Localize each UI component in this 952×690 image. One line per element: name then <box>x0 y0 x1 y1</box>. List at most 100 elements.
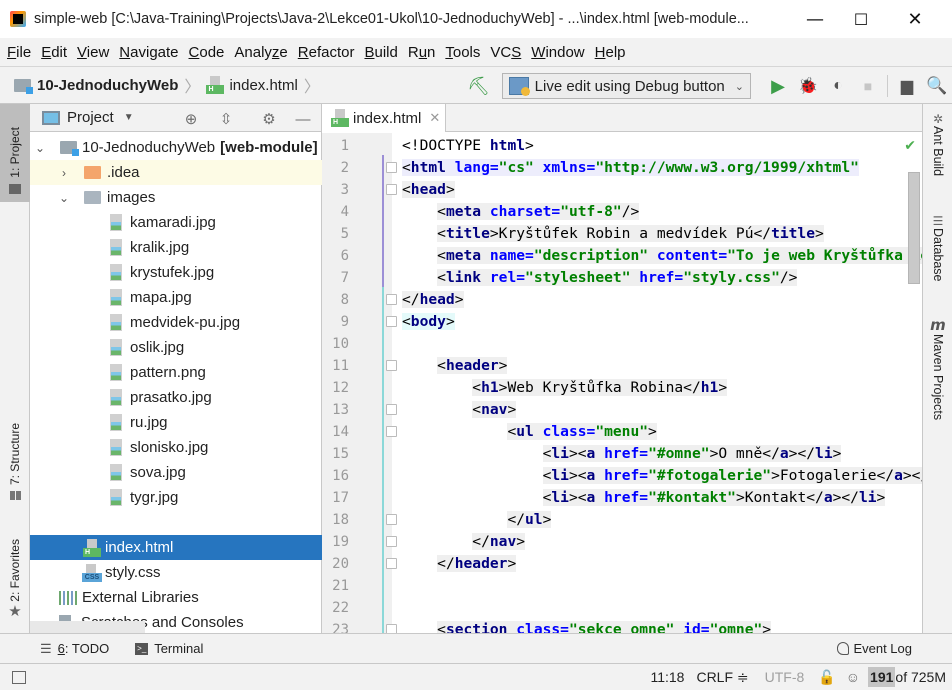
tab-maven-projects[interactable]: m Maven Projects <box>923 316 952 420</box>
code-editor[interactable]: <!DOCTYPE html> <html lang="cs" xmlns="ht… <box>402 133 922 633</box>
line-separator-selector[interactable]: CRLF ≑ <box>696 669 748 686</box>
hector-inspector-icon[interactable]: ☺ <box>846 669 860 685</box>
tree-node-image-file[interactable]: prasatko.jpg <box>30 385 322 410</box>
tab-ant-build[interactable]: ✲ Ant Build <box>923 112 952 176</box>
hide-panel-icon[interactable]: — <box>292 108 314 130</box>
menu-item[interactable]: Tools <box>442 44 487 61</box>
menu-item[interactable]: Analyze <box>231 44 294 61</box>
maximize-button[interactable]: ☐ <box>838 0 884 38</box>
tree-node-image-file[interactable]: kralik.jpg <box>30 235 322 260</box>
tree-node-image-file[interactable]: krystufek.jpg <box>30 260 322 285</box>
close-tab-icon[interactable]: ✕ <box>429 110 440 126</box>
image-file-icon <box>108 363 124 382</box>
tree-node-idea[interactable]: › .idea <box>30 160 322 185</box>
dropdown-arrow-icon[interactable]: ▼ <box>124 112 134 123</box>
search-icon[interactable]: 🔍 <box>922 71 952 101</box>
code-line: <nav> <box>472 401 517 418</box>
menu-item[interactable]: Build <box>361 44 404 61</box>
chevron-down-icon[interactable]: ⌄ <box>58 191 70 205</box>
stop-icon[interactable]: ■ <box>853 71 883 101</box>
css-file-icon: CSS <box>82 563 102 582</box>
code-line: <header> <box>437 357 508 374</box>
project-view-selector[interactable]: Project <box>67 109 114 126</box>
editor-tab-index-html[interactable]: H index.html ✕ <box>322 104 446 132</box>
run-configuration-dropdown[interactable]: Live edit using Debug button ⌄ <box>501 73 751 99</box>
tree-node-image-file[interactable]: medvidek-pu.jpg <box>30 310 322 335</box>
tab-terminal[interactable]: >_ Terminal <box>135 641 203 656</box>
run-with-coverage-icon[interactable]: ◐ <box>823 71 853 101</box>
chevron-right-icon[interactable]: › <box>58 166 70 180</box>
tree-node-image-file[interactable]: pattern.png <box>30 360 322 385</box>
menu-item[interactable]: Window <box>528 44 591 61</box>
tree-node-image-file[interactable]: tygr.jpg <box>30 485 322 510</box>
gear-icon[interactable]: ⚙ <box>258 108 280 130</box>
memory-indicator[interactable]: 191 <box>868 667 896 687</box>
menu-item[interactable]: Refactor <box>295 44 362 61</box>
toggle-tool-windows-icon[interactable] <box>12 670 26 684</box>
tab-database[interactable]: ☰ Database <box>923 214 952 282</box>
menu-item[interactable]: View <box>74 44 116 61</box>
tab-structure[interactable]: 7: Structure <box>0 414 30 506</box>
menu-item[interactable]: Edit <box>38 44 74 61</box>
tree-node-image-file[interactable]: sova.jpg <box>30 460 322 485</box>
horizontal-scrollbar[interactable] <box>30 621 145 633</box>
fold-marker-icon[interactable] <box>386 404 397 415</box>
menu-item[interactable]: Help <box>592 44 633 61</box>
editor-tab-label: index.html <box>353 109 422 127</box>
line-number: 5 <box>340 226 349 242</box>
fold-marker-icon[interactable] <box>386 360 397 371</box>
tree-node-image-file[interactable]: slonisko.jpg <box>30 435 322 460</box>
breadcrumb-project[interactable]: 10-JednoduchyWeb <box>14 77 178 94</box>
fold-marker-icon[interactable] <box>386 162 397 173</box>
collapse-all-icon[interactable]: ⇳ <box>215 108 237 130</box>
image-file-icon <box>108 263 124 282</box>
tab-project[interactable]: 1: Project <box>0 104 30 202</box>
file-encoding[interactable]: UTF-8 <box>765 669 805 685</box>
fold-marker-icon[interactable] <box>386 294 397 305</box>
minimize-button[interactable]: — <box>792 0 838 38</box>
fold-marker-icon[interactable] <box>386 558 397 569</box>
tab-maven-label: Maven Projects <box>931 334 945 421</box>
fold-marker-icon[interactable] <box>386 426 397 437</box>
menu-item[interactable]: VCS <box>487 44 528 61</box>
menu-item[interactable]: Navigate <box>116 44 185 61</box>
build-hammer-icon[interactable]: ⛏ <box>464 71 494 101</box>
tab-favorites[interactable]: 2: Favorites ★ <box>0 536 30 624</box>
line-number: 10 <box>332 336 349 352</box>
event-log-icon <box>837 642 850 655</box>
menu-item[interactable]: Run <box>405 44 443 61</box>
tree-node-styly-css[interactable]: CSS styly.css <box>30 560 322 585</box>
tree-node-label: kamaradi.jpg <box>130 214 216 231</box>
terminal-icon: >_ <box>135 642 149 655</box>
tab-todo[interactable]: ☰ 6 : TODO <box>40 641 109 657</box>
caret-position[interactable]: 11:18 <box>650 669 684 685</box>
menu-item[interactable]: Code <box>186 44 232 61</box>
menu-item[interactable]: File <box>4 44 38 61</box>
vertical-scrollbar[interactable] <box>908 172 920 284</box>
tree-node-external-libraries[interactable]: External Libraries <box>30 585 322 610</box>
debug-bug-icon[interactable]: 🐞 <box>793 71 823 101</box>
read-only-lock-icon[interactable]: 🔓 <box>818 669 835 686</box>
tree-node-image-file[interactable]: mapa.jpg <box>30 285 322 310</box>
tree-node-images[interactable]: ⌄ images <box>30 185 322 210</box>
project-structure-icon[interactable]: ▆ <box>892 71 922 101</box>
tree-node-image-file[interactable]: oslik.jpg <box>30 335 322 360</box>
tree-node-index-html[interactable]: H index.html <box>30 535 322 560</box>
breadcrumb-file[interactable]: H index.html <box>206 76 298 94</box>
chevron-down-icon[interactable]: ⌄ <box>34 141 46 155</box>
run-icon[interactable]: ▶ <box>763 71 793 101</box>
close-button[interactable]: ✕ <box>892 0 938 38</box>
fold-marker-icon[interactable] <box>386 316 397 327</box>
code-line: <!DOCTYPE html> <box>402 137 534 154</box>
fold-marker-icon[interactable] <box>386 536 397 547</box>
tree-node-root[interactable]: ⌄ 10-JednoduchyWeb [web-module] <box>30 135 322 160</box>
tree-node-image-file[interactable]: kamaradi.jpg <box>30 210 322 235</box>
locate-file-icon[interactable]: ⊕ <box>180 108 202 130</box>
fold-marker-icon[interactable] <box>386 184 397 195</box>
fold-marker-icon[interactable] <box>386 514 397 525</box>
line-number: 18 <box>332 512 349 528</box>
inspection-ok-icon[interactable]: ✔ <box>904 138 916 154</box>
tree-node-image-file[interactable]: ru.jpg <box>30 410 322 435</box>
todo-shortcut: 6 <box>57 641 65 656</box>
tab-event-log[interactable]: Event Log <box>837 641 912 656</box>
